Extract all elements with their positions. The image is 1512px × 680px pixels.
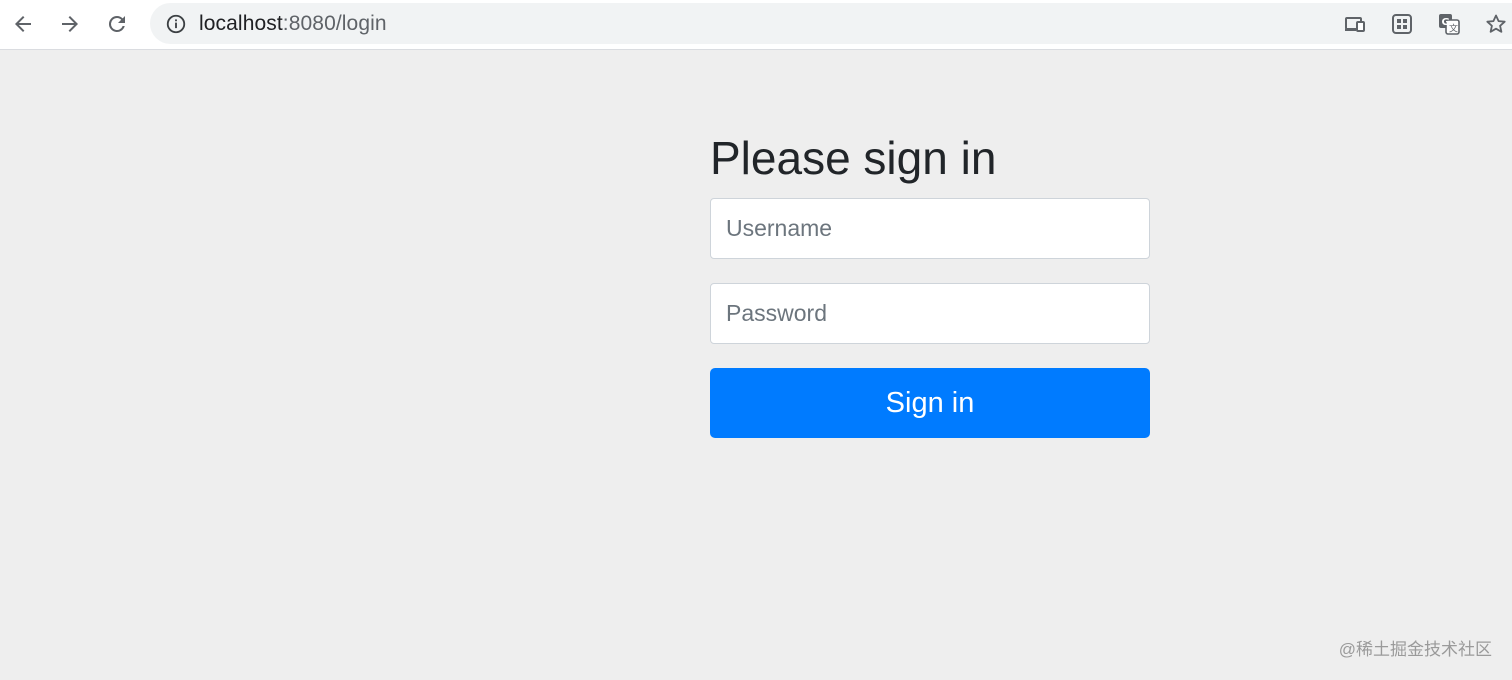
reload-button[interactable] — [99, 6, 135, 42]
username-input[interactable] — [710, 198, 1150, 259]
login-form: Please sign in Sign in — [710, 128, 1150, 438]
translate-icon[interactable]: G 文 — [1437, 12, 1461, 36]
qr-code-icon[interactable] — [1390, 12, 1414, 36]
cast-icon[interactable] — [1343, 12, 1367, 36]
watermark: @稀土掘金技术社区 — [1338, 640, 1492, 659]
info-icon[interactable] — [164, 12, 188, 36]
svg-text:文: 文 — [1449, 23, 1458, 35]
browser-toolbar: localhost:8080/login G 文 — [0, 0, 1512, 50]
url-text: localhost:8080/login — [199, 12, 387, 36]
url-path: :8080/login — [282, 12, 387, 35]
page-title: Please sign in — [710, 132, 997, 184]
bookmark-star-icon[interactable] — [1484, 12, 1508, 36]
forward-button[interactable] — [52, 6, 88, 42]
sign-in-button[interactable]: Sign in — [710, 368, 1150, 438]
forward-arrow-icon — [62, 16, 78, 32]
back-button[interactable] — [5, 6, 41, 42]
url-host: localhost — [199, 12, 283, 35]
reload-icon — [108, 15, 125, 32]
address-bar[interactable]: localhost:8080/login G 文 — [150, 3, 1512, 44]
password-input[interactable] — [710, 283, 1150, 344]
back-arrow-icon — [15, 16, 31, 32]
